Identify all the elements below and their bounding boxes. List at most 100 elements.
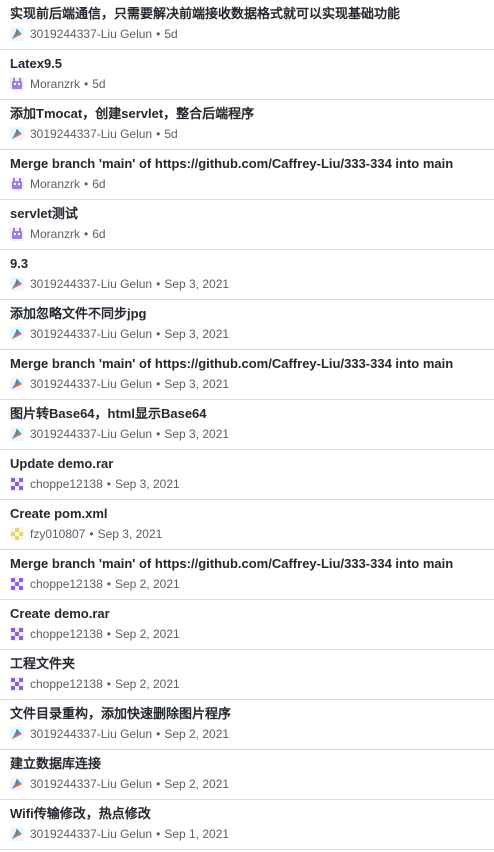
commit-date: 5d: [164, 127, 178, 141]
commit-title-link[interactable]: 添加忽略文件不同步jpg: [10, 306, 484, 322]
meta-separator: •: [156, 427, 161, 441]
robot-avatar-icon[interactable]: [10, 227, 24, 241]
commit-title-link[interactable]: Latex9.5: [10, 56, 484, 72]
commit-title-link[interactable]: 文件目录重构，添加快速删除图片程序: [10, 706, 484, 722]
commit-title-link[interactable]: Merge branch 'main' of https://github.co…: [10, 156, 484, 172]
identicon-purple-avatar-icon[interactable]: [10, 627, 24, 641]
commit-date: Sep 3, 2021: [164, 427, 230, 441]
meta-separator: •: [89, 527, 94, 541]
commit-date: Sep 3, 2021: [164, 327, 230, 341]
commit-row: 图片转Base64，html显示Base64 3019244337-Liu Ge…: [0, 400, 494, 450]
commit-title-link[interactable]: 9.3: [10, 256, 484, 272]
author-name[interactable]: Moranzrk: [30, 177, 80, 191]
commit-row: Create pom.xml fzy010807 • Sep 3, 2021: [0, 500, 494, 550]
author-name[interactable]: Moranzrk: [30, 227, 80, 241]
author-name[interactable]: 3019244337-Liu Gelun: [30, 727, 152, 741]
identicon-purple-avatar-icon[interactable]: [10, 577, 24, 591]
author-name[interactable]: choppe12138: [30, 477, 103, 491]
identicon-purple-avatar-icon[interactable]: [10, 677, 24, 691]
commit-date: 6d: [92, 227, 106, 241]
author-name[interactable]: 3019244337-Liu Gelun: [30, 827, 152, 841]
commit-title-link[interactable]: 实现前后端通信，只需要解决前端接收数据格式就可以实现基础功能: [10, 6, 484, 22]
commit-title-link[interactable]: 添加Tmocat，创建servlet，整合后端程序: [10, 106, 484, 122]
commit-row: servlet测试 Moranzrk • 6d: [0, 200, 494, 250]
commit-title-link[interactable]: Merge branch 'main' of https://github.co…: [10, 556, 484, 572]
author-name[interactable]: 3019244337-Liu Gelun: [30, 127, 152, 141]
meta-separator: •: [106, 477, 111, 491]
meta-separator: •: [106, 627, 111, 641]
commit-meta: choppe12138 • Sep 2, 2021: [10, 676, 484, 692]
robot-avatar-icon[interactable]: [10, 177, 24, 191]
kite-avatar-icon[interactable]: [10, 27, 24, 41]
kite-avatar-icon[interactable]: [10, 427, 24, 441]
kite-avatar-icon[interactable]: [10, 327, 24, 341]
kite-avatar-icon[interactable]: [10, 777, 24, 791]
meta-separator: •: [106, 577, 111, 591]
identicon-purple-avatar-icon[interactable]: [10, 477, 24, 491]
kite-avatar-icon[interactable]: [10, 127, 24, 141]
meta-separator: •: [156, 377, 161, 391]
meta-separator: •: [84, 177, 89, 191]
commit-row: Merge branch 'main' of https://github.co…: [0, 350, 494, 400]
kite-avatar-icon[interactable]: [10, 727, 24, 741]
author-name[interactable]: 3019244337-Liu Gelun: [30, 777, 152, 791]
commit-title-link[interactable]: Create pom.xml: [10, 506, 484, 522]
author-name[interactable]: 3019244337-Liu Gelun: [30, 27, 152, 41]
commit-date: 5d: [92, 77, 106, 91]
commit-meta: choppe12138 • Sep 2, 2021: [10, 576, 484, 592]
meta-separator: •: [156, 727, 161, 741]
commit-title-link[interactable]: Create demo.rar: [10, 606, 484, 622]
author-name[interactable]: 3019244337-Liu Gelun: [30, 427, 152, 441]
commit-row: Latex9.5 Moranzrk • 5d: [0, 50, 494, 100]
author-name[interactable]: 3019244337-Liu Gelun: [30, 327, 152, 341]
commit-row: 实现前后端通信，只需要解决前端接收数据格式就可以实现基础功能 301924433…: [0, 0, 494, 50]
commit-meta: 3019244337-Liu Gelun • Sep 3, 2021: [10, 426, 484, 442]
kite-avatar-icon[interactable]: [10, 277, 24, 291]
commit-title-link[interactable]: Merge branch 'main' of https://github.co…: [10, 356, 484, 372]
commit-title-link[interactable]: servlet测试: [10, 206, 484, 222]
commit-title-link[interactable]: Wifi传输修改，热点修改: [10, 806, 484, 822]
commit-date: Sep 1, 2021: [164, 827, 230, 841]
commit-row: 添加忽略文件不同步jpg 3019244337-Liu Gelun • Sep …: [0, 300, 494, 350]
commit-title-link[interactable]: 工程文件夹: [10, 656, 484, 672]
commit-meta: 3019244337-Liu Gelun • Sep 3, 2021: [10, 276, 484, 292]
commit-meta: fzy010807 • Sep 3, 2021: [10, 526, 484, 542]
meta-separator: •: [156, 277, 161, 291]
author-name[interactable]: 3019244337-Liu Gelun: [30, 277, 152, 291]
commit-meta: 3019244337-Liu Gelun • Sep 2, 2021: [10, 776, 484, 792]
commit-title-link[interactable]: 建立数据库连接: [10, 756, 484, 772]
commit-row: Merge branch 'main' of https://github.co…: [0, 550, 494, 600]
commit-date: Sep 2, 2021: [164, 777, 230, 791]
commit-date: Sep 3, 2021: [114, 477, 180, 491]
author-name[interactable]: choppe12138: [30, 577, 103, 591]
commit-meta: 3019244337-Liu Gelun • Sep 3, 2021: [10, 326, 484, 342]
author-name[interactable]: fzy010807: [30, 527, 85, 541]
commit-meta: choppe12138 • Sep 3, 2021: [10, 476, 484, 492]
author-name[interactable]: choppe12138: [30, 677, 103, 691]
commit-date: 5d: [164, 27, 178, 41]
commit-date: Sep 2, 2021: [164, 727, 230, 741]
commit-row: 添加Tmocat，创建servlet，整合后端程序 3019244337-Liu…: [0, 100, 494, 150]
commit-title-link[interactable]: Update demo.rar: [10, 456, 484, 472]
commit-meta: 3019244337-Liu Gelun • 5d: [10, 26, 484, 42]
author-name[interactable]: Moranzrk: [30, 77, 80, 91]
commit-title-link[interactable]: 图片转Base64，html显示Base64: [10, 406, 484, 422]
author-name[interactable]: choppe12138: [30, 627, 103, 641]
commit-meta: Moranzrk • 6d: [10, 226, 484, 242]
author-name[interactable]: 3019244337-Liu Gelun: [30, 377, 152, 391]
commit-row: 文件目录重构，添加快速删除图片程序 3019244337-Liu Gelun •…: [0, 700, 494, 750]
meta-separator: •: [156, 127, 161, 141]
meta-separator: •: [156, 327, 161, 341]
commit-row: Update demo.rar choppe12138 • Sep 3, 202…: [0, 450, 494, 500]
commit-meta: choppe12138 • Sep 2, 2021: [10, 626, 484, 642]
commit-date: Sep 2, 2021: [114, 577, 180, 591]
commit-row: Wifi传输修改，热点修改 3019244337-Liu Gelun • Sep…: [0, 800, 494, 850]
commit-row: 建立数据库连接 3019244337-Liu Gelun • Sep 2, 20…: [0, 750, 494, 800]
commit-date: Sep 3, 2021: [97, 527, 163, 541]
kite-avatar-icon[interactable]: [10, 377, 24, 391]
kite-avatar-icon[interactable]: [10, 827, 24, 841]
robot-avatar-icon[interactable]: [10, 77, 24, 91]
commit-meta: Moranzrk • 5d: [10, 76, 484, 92]
identicon-yellow-avatar-icon[interactable]: [10, 527, 24, 541]
commit-date: 6d: [92, 177, 106, 191]
